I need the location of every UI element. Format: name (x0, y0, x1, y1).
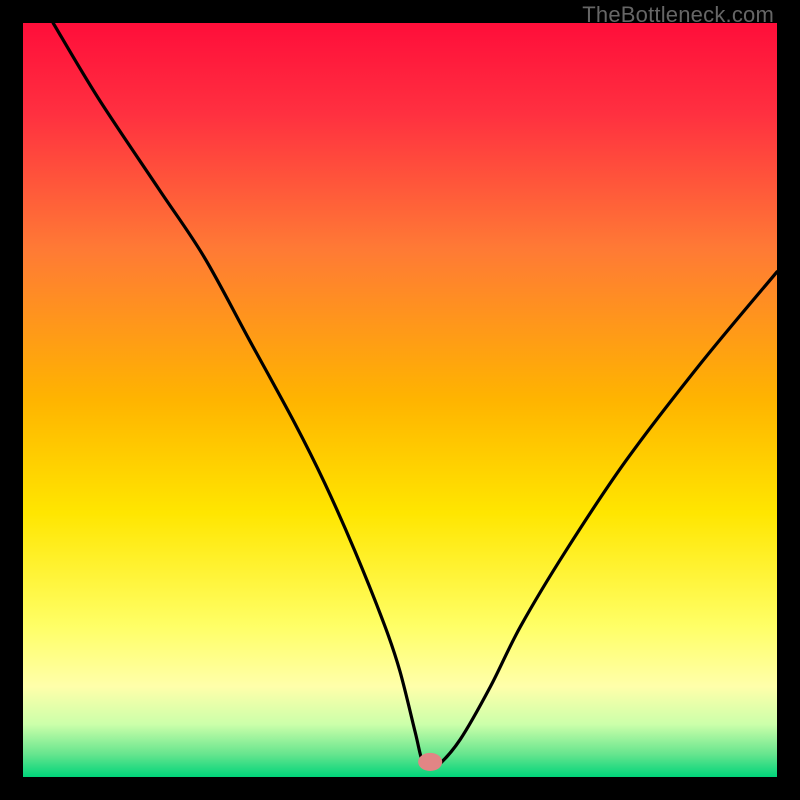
minimum-marker (418, 753, 442, 771)
chart-plot (23, 23, 777, 777)
chart-frame (23, 23, 777, 777)
gradient-background (23, 23, 777, 777)
